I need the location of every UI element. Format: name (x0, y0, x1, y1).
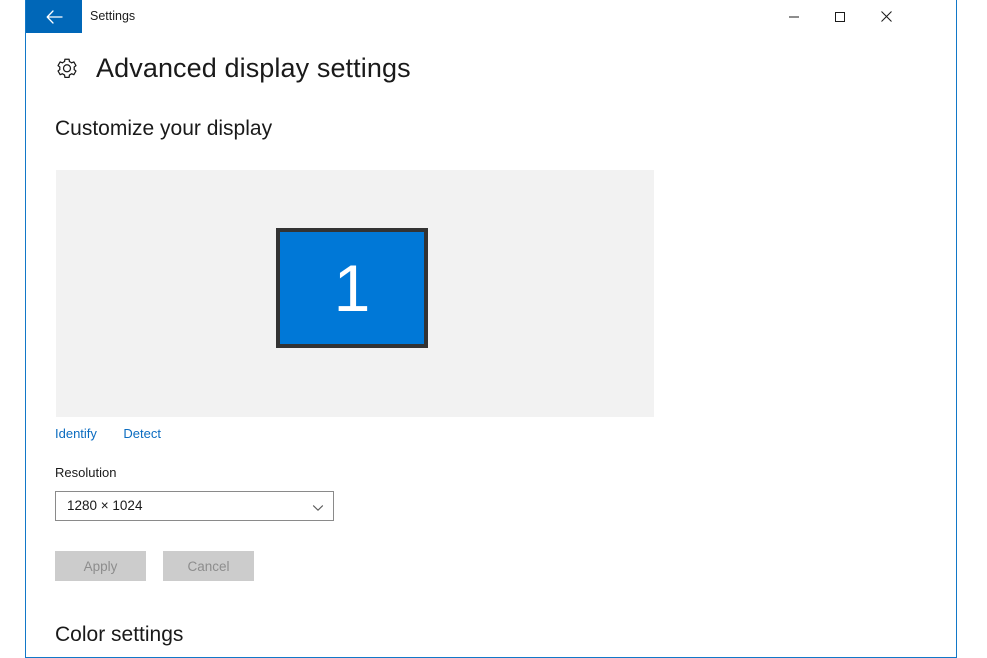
color-settings-title: Color settings (55, 623, 184, 646)
gear-icon (54, 56, 80, 82)
title-bar: Settings (26, 0, 956, 33)
window-title: Settings (90, 9, 136, 23)
resolution-label: Resolution (55, 465, 117, 480)
display-preview-area: 1 (56, 170, 654, 417)
maximize-button[interactable] (817, 0, 863, 33)
cancel-button[interactable]: Cancel (163, 551, 254, 581)
detect-link[interactable]: Detect (123, 426, 161, 441)
maximize-icon (834, 11, 846, 23)
back-button[interactable] (26, 0, 82, 33)
chevron-down-icon (312, 501, 324, 513)
close-button[interactable] (863, 0, 909, 33)
preview-links: Identify Detect (55, 425, 161, 443)
monitor-tile-1[interactable]: 1 (276, 228, 428, 348)
close-icon (880, 10, 893, 23)
settings-content: Advanced display settings Customize your… (26, 33, 956, 657)
settings-window: Settings Advanced display settings Custo… (25, 0, 957, 658)
page-title: Advanced display settings (96, 53, 411, 83)
arrow-left-icon (46, 9, 63, 24)
minimize-icon (788, 11, 800, 23)
identify-link[interactable]: Identify (55, 426, 97, 441)
monitor-number-label: 1 (333, 251, 371, 325)
resolution-dropdown[interactable]: 1280 × 1024 (55, 491, 334, 521)
page-header: Advanced display settings (54, 53, 411, 84)
section-title: Customize your display (55, 117, 273, 140)
minimize-button[interactable] (771, 0, 817, 33)
resolution-value: 1280 × 1024 (67, 498, 143, 513)
apply-button[interactable]: Apply (55, 551, 146, 581)
